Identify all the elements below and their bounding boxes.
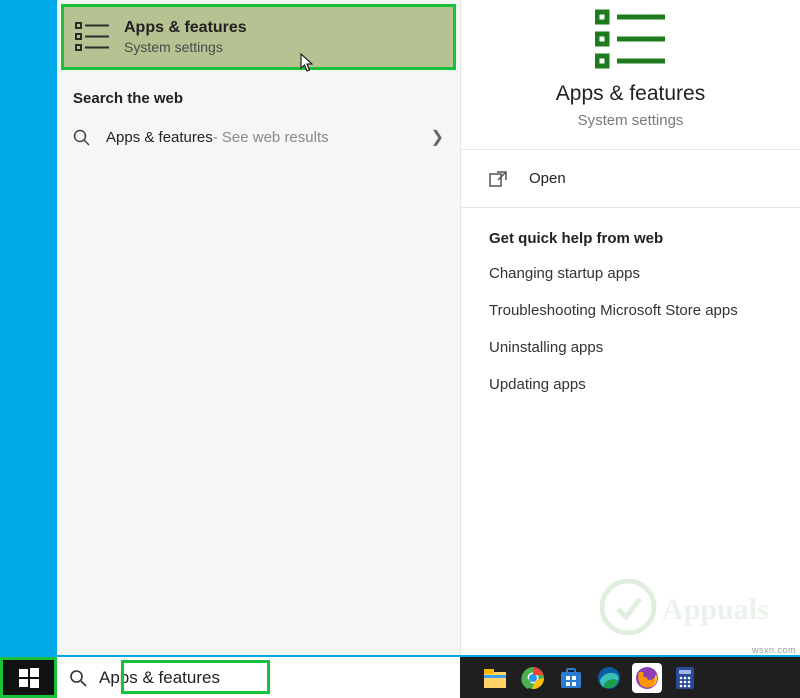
results-column: Apps & features System settings Search t… [57,0,460,655]
search-icon [69,669,87,687]
chevron-right-icon[interactable]: ❯ [431,127,444,147]
microsoft-store-icon[interactable] [556,663,586,693]
help-title: Get quick help from web [489,230,772,247]
svg-text:Appuals: Appuals [662,593,769,626]
web-result-row[interactable]: Apps & features - See web results ❯ [57,117,460,157]
detail-subtitle: System settings [471,112,790,129]
detail-hero: Apps & features System settings [461,0,800,149]
best-match-subtitle: System settings [124,39,447,55]
apps-features-icon [74,19,110,55]
web-result-suffix: - See web results [213,129,329,146]
help-link-store[interactable]: Troubleshooting Microsoft Store apps [489,302,772,319]
help-link-startup[interactable]: Changing startup apps [489,265,772,282]
help-link-update[interactable]: Updating apps [489,376,772,393]
search-icon [73,129,90,146]
start-button[interactable] [0,657,57,698]
best-match-text: Apps & features System settings [124,19,447,55]
taskbar-search-bar[interactable] [57,657,460,698]
calculator-icon[interactable] [670,663,700,693]
edge-icon[interactable] [594,663,624,693]
web-section-header: Search the web [57,74,460,117]
firefox-icon[interactable] [632,663,662,693]
mouse-cursor-icon [300,53,316,73]
windows-logo-icon [19,668,39,688]
open-icon [489,171,507,187]
file-explorer-icon[interactable] [480,663,510,693]
detail-column: Apps & features System settings Open Get… [460,0,800,655]
web-result-label: Apps & features [106,129,213,146]
help-block: Get quick help from web Changing startup… [461,208,800,435]
search-input[interactable] [99,657,460,698]
best-match-result[interactable]: Apps & features System settings [61,4,456,70]
open-action[interactable]: Open [461,150,800,207]
detail-title: Apps & features [471,82,790,106]
chrome-icon[interactable] [518,663,548,693]
windows-search-panel: Apps & features System settings Search t… [57,0,800,655]
best-match-title: Apps & features [124,19,447,37]
taskbar-pinned-apps [480,663,700,693]
help-link-uninstall[interactable]: Uninstalling apps [489,339,772,356]
taskbar [0,657,800,698]
open-label: Open [529,170,566,187]
attribution-text: wsxn.com [752,645,796,655]
watermark-logo: Appuals [600,579,790,635]
apps-features-large-icon [595,8,667,70]
